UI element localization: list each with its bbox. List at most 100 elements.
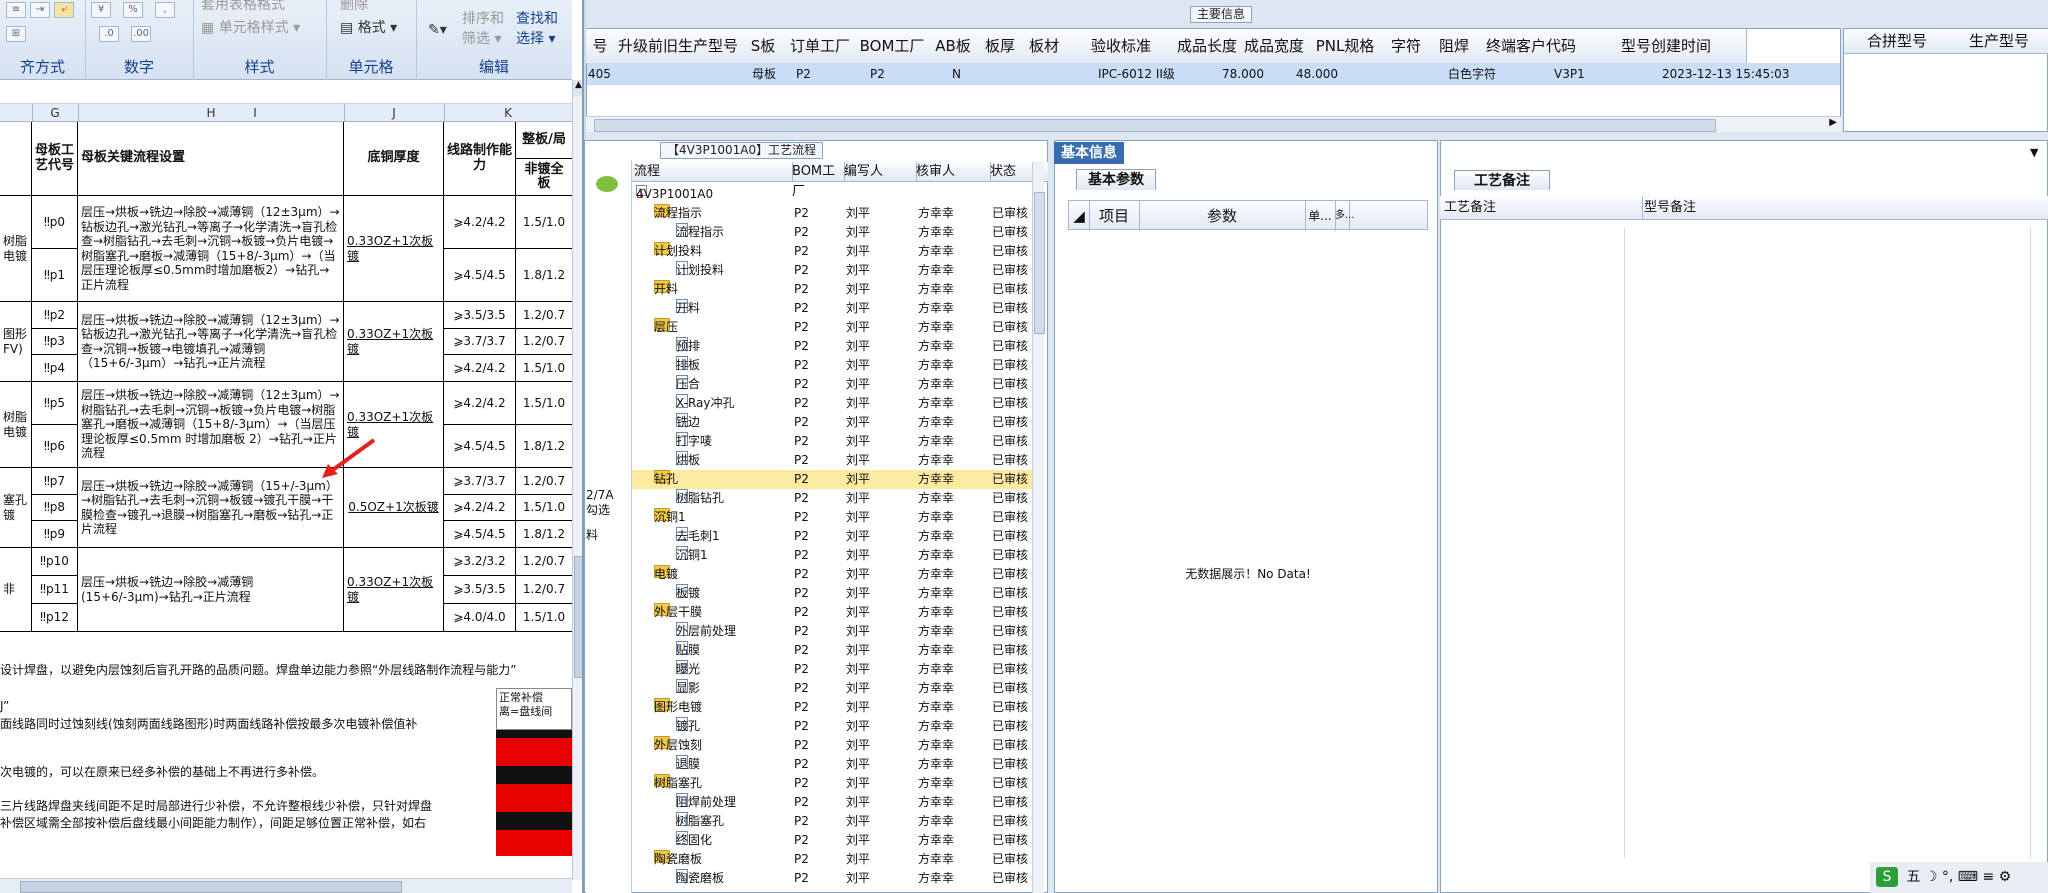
cell-style-button[interactable]: ▦ 单元格样式 ▾: [201, 17, 300, 37]
tree-item[interactable]: −图形电镀 P2 刘平 方幸幸 已审核: [632, 698, 1042, 717]
excel-vertical-scrollbar[interactable]: ▲: [572, 80, 582, 880]
excel-horizontal-scrollbar[interactable]: [0, 878, 572, 893]
cell-flow[interactable]: 层压→烘板→铣边→除胶→减薄铜（12±3μm）→钻板边孔→激光钻孔→等离子→化学…: [78, 302, 344, 382]
cell-capability[interactable]: ⩾4.5/4.5: [444, 425, 516, 468]
spreadsheet-grid[interactable]: 母板工艺代号 母板关键流程设置 底铜厚度 线路制作能力 整板/局 非镀全板 树脂…: [0, 122, 572, 632]
main-col-header[interactable]: 订单工厂: [784, 29, 857, 64]
cell-whole[interactable]: 1.8/1.2: [516, 521, 572, 548]
main-row-width[interactable]: 48.000: [1296, 63, 1338, 85]
cell-capability[interactable]: ⩾4.2/4.2: [444, 355, 516, 382]
tree-item[interactable]: 预排 P2 刘平 方幸幸 已审核: [632, 337, 1042, 356]
tree-col-checker[interactable]: 核审人: [914, 162, 991, 182]
tree-item[interactable]: −外层蚀刻 P2 刘平 方幸幸 已审核: [632, 736, 1042, 755]
format-button[interactable]: ▤ 格式 ▾: [340, 17, 397, 37]
main-col-header[interactable]: 号: [586, 29, 615, 64]
craft-col-model-remark[interactable]: 型号备注: [1638, 196, 2048, 220]
row-selector[interactable]: ◢: [1069, 201, 1090, 231]
main-grid-scrollbar[interactable]: ▶: [586, 116, 1841, 132]
cell-whole[interactable]: 1.8/1.2: [516, 425, 572, 468]
cell-capability[interactable]: ⩾4.2/4.2: [444, 382, 516, 425]
main-row-standard[interactable]: IPC-6012 II级: [1098, 63, 1175, 85]
cell-code[interactable]: ‼p4: [32, 355, 78, 382]
tree-item[interactable]: −外层干膜 P2 刘平 方幸幸 已审核: [632, 603, 1042, 622]
tree-item[interactable]: 压合 P2 刘平 方幸幸 已审核: [632, 375, 1042, 394]
cell-flow[interactable]: 层压→烘板→铣边→除胶→减薄铜（12±3μm）→树脂钻孔→去毛刺→沉铜→板镀→负…: [78, 382, 344, 468]
header-whole[interactable]: 整板/局: [516, 122, 572, 159]
main-row-ab[interactable]: N: [952, 63, 961, 85]
cell-prefix[interactable]: 图形 FV): [0, 302, 32, 382]
cell-whole[interactable]: 1.5/1.0: [516, 355, 572, 382]
tree-item[interactable]: −开料 P2 刘平 方幸幸 已审核: [632, 280, 1042, 299]
cell-copper[interactable]: 0.33OZ+1次板镀: [344, 196, 444, 302]
cell-code[interactable]: ‼p5: [32, 382, 78, 425]
cell[interactable]: [0, 122, 32, 196]
main-col-header[interactable]: 成品长度: [1176, 29, 1239, 64]
tree-item[interactable]: 开料 P2 刘平 方幸幸 已审核: [632, 299, 1042, 318]
header-flow[interactable]: 母板关键流程设置: [78, 122, 344, 196]
sort-filter-button[interactable]: 排序和 筛选 ▾: [462, 8, 504, 48]
basic-info-tab[interactable]: 基本信息: [1054, 142, 1124, 164]
side-column-header[interactable]: 合拼型号: [1844, 29, 1951, 54]
tree-item[interactable]: 陶瓷磨板 P2 刘平 方幸幸 已审核: [632, 869, 1042, 888]
cell-whole[interactable]: 1.2/0.7: [516, 548, 572, 576]
cell-code[interactable]: ‼p11: [32, 576, 78, 604]
cell-capability[interactable]: ⩾4.2/4.2: [444, 494, 516, 522]
main-row-customer[interactable]: V3P1: [1554, 63, 1585, 85]
currency-icon[interactable]: ¥: [91, 2, 111, 18]
column-header[interactable]: K: [444, 104, 573, 122]
tree-item[interactable]: 计划投料 P2 刘平 方幸幸 已审核: [632, 261, 1042, 280]
find-select-button[interactable]: 查找和 选择 ▾: [516, 8, 558, 48]
cell-code[interactable]: ‼p7: [32, 468, 78, 495]
cell-whole[interactable]: 1.2/0.7: [516, 302, 572, 329]
basic-params-tab[interactable]: 基本参数: [1076, 169, 1156, 190]
main-col-header[interactable]: 型号创建时间: [1586, 29, 1747, 64]
cell-code[interactable]: ‼p1: [32, 249, 78, 302]
tree-item[interactable]: 退膜 P2 刘平 方幸幸 已审核: [632, 755, 1042, 774]
tree-col-flow[interactable]: 流程: [632, 162, 793, 182]
tree-item[interactable]: X-Ray冲孔 P2 刘平 方幸幸 已审核: [632, 394, 1042, 413]
cell-code[interactable]: ‼p10: [32, 548, 78, 576]
cell-capability[interactable]: ⩾3.5/3.5: [444, 302, 516, 329]
main-col-header[interactable]: 升级前旧生产型号: [614, 29, 743, 64]
tree-col-factory[interactable]: BOM工厂: [790, 162, 845, 199]
tree-item[interactable]: −树脂塞孔 P2 刘平 方幸幸 已审核: [632, 774, 1042, 793]
tree-item[interactable]: 曝光 P2 刘平 方幸幸 已审核: [632, 660, 1042, 679]
cell-capability[interactable]: ⩾3.7/3.7: [444, 328, 516, 356]
cell-prefix[interactable]: 树脂 电镀: [0, 196, 32, 302]
cell-capability[interactable]: ⩾3.2/3.2: [444, 548, 516, 576]
main-row-no[interactable]: 405: [588, 63, 611, 85]
tree-item[interactable]: 去毛刺1 P2 刘平 方幸幸 已审核: [632, 527, 1042, 546]
cell-prefix[interactable]: 树脂 电镀: [0, 382, 32, 468]
cell-flow[interactable]: 层压→烘板→铣边→除胶→减薄铜（12±3μm）→钻板边孔→激光钻孔→等离子→化学…: [78, 196, 344, 302]
cell-whole[interactable]: 1.2/0.7: [516, 329, 572, 356]
table-format-button[interactable]: 套用表格格式: [201, 0, 285, 14]
cell-flow[interactable]: 层压→烘板→铣边→除胶→减薄铜（15+/-3μm）→树脂钻孔→去毛刺→沉铜→板镀…: [78, 468, 344, 548]
increase-decimal-icon[interactable]: .0: [99, 26, 119, 42]
main-col-header[interactable]: 终端客户代码: [1476, 29, 1587, 64]
main-col-header[interactable]: 成品宽度: [1238, 29, 1311, 64]
column-header[interactable]: I: [200, 104, 310, 122]
side-grid[interactable]: 合拼型号 生产型号: [1843, 28, 2048, 132]
cell-prefix[interactable]: 塞孔 镀: [0, 468, 32, 548]
delete-button[interactable]: 删除: [340, 0, 368, 14]
cell-whole[interactable]: 1.5/1.0: [516, 495, 572, 522]
main-row-length[interactable]: 78.000: [1222, 63, 1264, 85]
main-col-header[interactable]: 验收标准: [1066, 29, 1177, 64]
tree-item[interactable]: −层压 P2 刘平 方幸幸 已审核: [632, 318, 1042, 337]
scroll-right-icon[interactable]: ▶: [1829, 117, 1837, 128]
header-copper[interactable]: 底铜厚度: [344, 122, 444, 196]
main-row-s-board[interactable]: 母板: [752, 63, 776, 85]
scroll-up-icon[interactable]: ▲: [573, 80, 582, 96]
header-mother-code[interactable]: 母板工艺代号: [32, 122, 78, 196]
tree-item[interactable]: 排板 P2 刘平 方幸幸 已审核: [632, 356, 1042, 375]
tree-item[interactable]: 终固化 P2 刘平 方幸幸 已审核: [632, 831, 1042, 850]
cell-code[interactable]: ‼p6: [32, 425, 78, 468]
cell-capability[interactable]: ⩾3.7/3.7: [444, 468, 516, 495]
craft-col-remark[interactable]: 工艺备注: [1440, 196, 1643, 220]
tree-item[interactable]: 贴膜 P2 刘平 方幸幸 已审核: [632, 641, 1042, 660]
tree-item[interactable]: 打字唛 P2 刘平 方幸幸 已审核: [632, 432, 1042, 451]
cell-whole[interactable]: 1.5/1.0: [516, 196, 572, 249]
cell-copper[interactable]: 0.33OZ+1次板镀: [344, 302, 444, 382]
column-header[interactable]: [0, 104, 33, 122]
cell-copper[interactable]: 0.5OZ+1次板镀: [344, 468, 444, 548]
